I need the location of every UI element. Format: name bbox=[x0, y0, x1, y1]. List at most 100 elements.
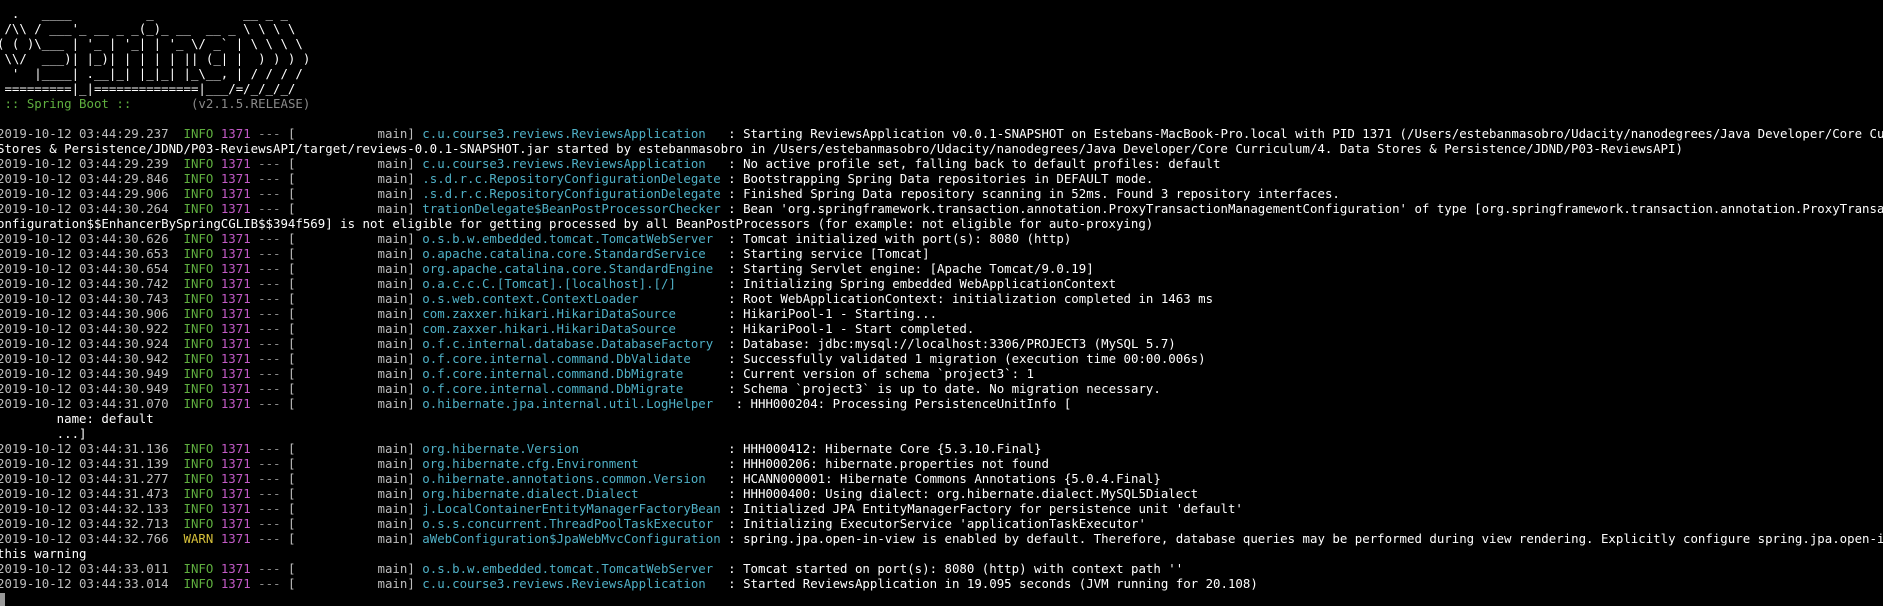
log-message: : HikariPool-1 - Starting... bbox=[728, 306, 938, 321]
log-message: : Bean 'org.springframework.transaction.… bbox=[728, 201, 1883, 216]
log-timestamp: 2019-10-12 03:44:33.011 bbox=[0, 561, 169, 576]
log-pid: 1371 bbox=[220, 231, 251, 246]
log-message: : Starting Servlet engine: [Apache Tomca… bbox=[728, 261, 1094, 276]
log-pid: 1371 bbox=[220, 471, 251, 486]
log-line: 2019-10-12 03:44:30.653 INFO 1371 --- [ … bbox=[0, 246, 1883, 261]
log-thread: [ main] bbox=[287, 336, 415, 351]
log-logger: .s.d.r.c.RepositoryConfigurationDelegate bbox=[422, 186, 721, 201]
log-level: INFO bbox=[183, 396, 214, 411]
log-thread: [ main] bbox=[287, 156, 415, 171]
log-thread: [ main] bbox=[287, 576, 415, 591]
log-thread: [ main] bbox=[287, 366, 415, 381]
log-thread: [ main] bbox=[287, 306, 415, 321]
log-logger: org.hibernate.dialect.Dialect bbox=[422, 486, 721, 501]
log-separator: --- bbox=[258, 396, 281, 411]
log-pid: 1371 bbox=[220, 306, 251, 321]
log-line: 2019-10-12 03:44:32.766 WARN 1371 --- [ … bbox=[0, 531, 1883, 546]
log-thread: [ main] bbox=[287, 381, 415, 396]
log-timestamp: 2019-10-12 03:44:30.922 bbox=[0, 321, 169, 336]
log-pid: 1371 bbox=[220, 456, 251, 471]
log-line: 2019-10-12 03:44:30.949 INFO 1371 --- [ … bbox=[0, 381, 1883, 396]
log-logger: o.s.b.w.embedded.tomcat.TomcatWebServer bbox=[422, 561, 721, 576]
log-pid: 1371 bbox=[220, 276, 251, 291]
spring-boot-label: :: Spring Boot :: bbox=[0, 96, 139, 111]
log-message: : Tomcat started on port(s): 8080 (http)… bbox=[728, 561, 1184, 576]
log-continuation: name: default bbox=[0, 411, 154, 426]
log-message: : HikariPool-1 - Start completed. bbox=[728, 321, 975, 336]
log-separator: --- bbox=[258, 321, 281, 336]
log-message: : HHH000204: Processing PersistenceUnitI… bbox=[735, 396, 1072, 411]
log-line: 2019-10-12 03:44:30.942 INFO 1371 --- [ … bbox=[0, 351, 1883, 366]
log-thread: [ main] bbox=[287, 486, 415, 501]
log-level: INFO bbox=[183, 336, 214, 351]
log-line: 2019-10-12 03:44:29.906 INFO 1371 --- [ … bbox=[0, 186, 1883, 201]
log-timestamp: 2019-10-12 03:44:31.136 bbox=[0, 441, 169, 456]
log-logger: org.hibernate.cfg.Environment bbox=[422, 456, 721, 471]
log-separator: --- bbox=[258, 561, 281, 576]
spring-boot-version-line: :: Spring Boot :: (v2.1.5.RELEASE) bbox=[0, 96, 1883, 111]
log-timestamp: 2019-10-12 03:44:30.264 bbox=[0, 201, 169, 216]
log-timestamp: 2019-10-12 03:44:30.949 bbox=[0, 366, 169, 381]
log-message: : HHH000400: Using dialect: org.hibernat… bbox=[728, 486, 1199, 501]
log-timestamp: 2019-10-12 03:44:31.473 bbox=[0, 486, 169, 501]
log-thread: [ main] bbox=[287, 561, 415, 576]
log-separator: --- bbox=[258, 501, 281, 516]
log-logger: org.hibernate.Version bbox=[422, 441, 721, 456]
log-pid: 1371 bbox=[220, 351, 251, 366]
log-timestamp: 2019-10-12 03:44:30.906 bbox=[0, 306, 169, 321]
log-level: INFO bbox=[183, 576, 214, 591]
log-thread: [ main] bbox=[287, 201, 415, 216]
log-timestamp: 2019-10-12 03:44:29.237 bbox=[0, 126, 169, 141]
log-logger: o.f.c.internal.database.DatabaseFactory bbox=[422, 336, 721, 351]
log-line: 2019-10-12 03:44:31.277 INFO 1371 --- [ … bbox=[0, 471, 1883, 486]
log-message: : Schema `project3` is up to date. No mi… bbox=[728, 381, 1161, 396]
log-pid: 1371 bbox=[220, 396, 251, 411]
log-pid: 1371 bbox=[220, 291, 251, 306]
log-line: 2019-10-12 03:44:30.949 INFO 1371 --- [ … bbox=[0, 366, 1883, 381]
log-separator: --- bbox=[258, 486, 281, 501]
log-separator: --- bbox=[258, 201, 281, 216]
log-separator: --- bbox=[258, 351, 281, 366]
log-message: : Started ReviewsApplication in 19.095 s… bbox=[728, 576, 1258, 591]
log-level: INFO bbox=[183, 201, 214, 216]
spring-boot-version: (v2.1.5.RELEASE) bbox=[138, 96, 311, 111]
log-line: 2019-10-12 03:44:31.136 INFO 1371 --- [ … bbox=[0, 441, 1883, 456]
log-logger: org.apache.catalina.core.StandardEngine bbox=[422, 261, 721, 276]
log-logger: o.apache.catalina.core.StandardService bbox=[422, 246, 721, 261]
log-line: 2019-10-12 03:44:30.743 INFO 1371 --- [ … bbox=[0, 291, 1883, 306]
log-timestamp: 2019-10-12 03:44:29.906 bbox=[0, 186, 169, 201]
log-line: 2019-10-12 03:44:32.713 INFO 1371 --- [ … bbox=[0, 516, 1883, 531]
terminal-output[interactable]: . ____ _ __ _ _ /\\ / ___'_ __ _ _(_)_ _… bbox=[0, 6, 1883, 606]
log-level: INFO bbox=[183, 366, 214, 381]
log-line: 2019-10-12 03:44:30.922 INFO 1371 --- [ … bbox=[0, 321, 1883, 336]
log-pid: 1371 bbox=[220, 531, 251, 546]
log-level: INFO bbox=[183, 486, 214, 501]
log-separator: --- bbox=[258, 126, 281, 141]
log-separator: --- bbox=[258, 456, 281, 471]
log-timestamp: 2019-10-12 03:44:31.139 bbox=[0, 456, 169, 471]
log-pid: 1371 bbox=[220, 246, 251, 261]
log-timestamp: 2019-10-12 03:44:29.846 bbox=[0, 171, 169, 186]
log-logger: o.s.s.concurrent.ThreadPoolTaskExecutor bbox=[422, 516, 721, 531]
log-level: INFO bbox=[183, 246, 214, 261]
log-line: 2019-10-12 03:44:29.239 INFO 1371 --- [ … bbox=[0, 156, 1883, 171]
log-thread: [ main] bbox=[287, 291, 415, 306]
log-logger: o.hibernate.annotations.common.Version bbox=[422, 471, 721, 486]
log-message: : Root WebApplicationContext: initializa… bbox=[728, 291, 1214, 306]
log-thread: [ main] bbox=[287, 231, 415, 246]
log-logger: c.u.course3.reviews.ReviewsApplication bbox=[422, 126, 721, 141]
log-thread: [ main] bbox=[287, 321, 415, 336]
log-line: 2019-10-12 03:44:31.070 INFO 1371 --- [ … bbox=[0, 396, 1883, 411]
log-message: : HCANN000001: Hibernate Commons Annotat… bbox=[728, 471, 1161, 486]
log-message: : Successfully validated 1 migration (ex… bbox=[728, 351, 1206, 366]
log-timestamp: 2019-10-12 03:44:30.653 bbox=[0, 246, 169, 261]
log-line: 2019-10-12 03:44:29.846 INFO 1371 --- [ … bbox=[0, 171, 1883, 186]
log-level: INFO bbox=[183, 471, 214, 486]
log-pid: 1371 bbox=[220, 561, 251, 576]
log-logger: o.s.b.w.embedded.tomcat.TomcatWebServer bbox=[422, 231, 721, 246]
log-level: INFO bbox=[183, 441, 214, 456]
log-line: 2019-10-12 03:44:30.742 INFO 1371 --- [ … bbox=[0, 276, 1883, 291]
log-line: 2019-10-12 03:44:33.011 INFO 1371 --- [ … bbox=[0, 561, 1883, 576]
log-pid: 1371 bbox=[220, 366, 251, 381]
banner-line: ( ( )\___ | '_ | '_| | '_ \/ _` | \ \ \ … bbox=[0, 36, 303, 51]
